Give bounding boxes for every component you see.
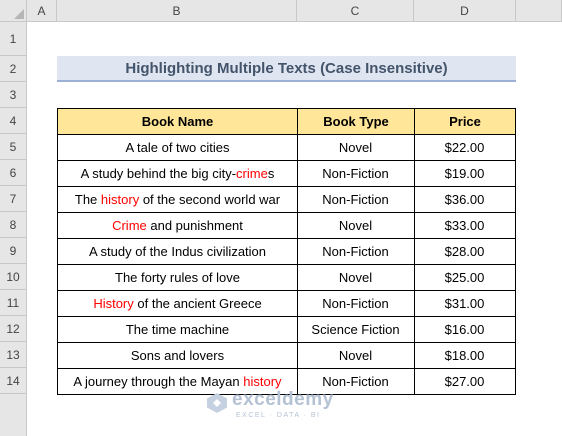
watermark-tagline: EXCEL · DATA · BI	[236, 412, 321, 419]
table-cell-price[interactable]: $31.00	[414, 290, 516, 317]
highlighted-text: Crime	[112, 217, 147, 233]
table-cell-price[interactable]: $27.00	[414, 368, 516, 395]
table-cell-book-type[interactable]: Science Fiction	[297, 316, 415, 343]
header-book-name[interactable]: Book Name	[57, 108, 298, 135]
table-cell-price[interactable]: $25.00	[414, 264, 516, 291]
table-cell-book-type[interactable]: Non-Fiction	[297, 186, 415, 213]
column-header-filler	[516, 0, 562, 22]
row-header-8[interactable]: 8	[0, 212, 27, 238]
table-cell-book-type[interactable]: Non-Fiction	[297, 290, 415, 317]
table-cell-book-name[interactable]: A tale of two cities	[57, 134, 298, 161]
sheet-title[interactable]: Highlighting Multiple Texts (Case Insens…	[57, 56, 516, 82]
cell-text: The forty rules of love	[115, 269, 240, 285]
column-header-b[interactable]: B	[57, 0, 297, 22]
table-cell-book-name[interactable]: A study of the Indus civilization	[57, 238, 298, 265]
cell-text: A journey through the Mayan	[73, 373, 244, 389]
row-header-11[interactable]: 11	[0, 290, 27, 316]
cell-text: Sons and lovers	[130, 347, 225, 363]
table-cell-book-name[interactable]: History of the ancient Greece	[57, 290, 298, 317]
header-book-type[interactable]: Book Type	[297, 108, 415, 135]
table-cell-price[interactable]: $18.00	[414, 342, 516, 369]
row-header-12[interactable]: 12	[0, 316, 27, 342]
row-header-3[interactable]: 3	[0, 82, 27, 108]
column-header-a[interactable]: A	[27, 0, 57, 22]
cell-text: of the ancient Greece	[133, 295, 262, 311]
row-header-14[interactable]: 14	[0, 368, 27, 394]
cell-text: of the second world war	[139, 191, 281, 207]
row-header-10[interactable]: 10	[0, 264, 27, 290]
table-cell-book-type[interactable]: Novel	[297, 342, 415, 369]
table-cell-book-type[interactable]: Novel	[297, 212, 415, 239]
select-all-triangle-icon	[14, 9, 24, 19]
row-header-4[interactable]: 4	[0, 108, 27, 134]
row-header-5[interactable]: 5	[0, 134, 27, 160]
select-all-corner[interactable]	[0, 0, 27, 22]
table-cell-book-type[interactable]: Novel	[297, 264, 415, 291]
column-header-d[interactable]: D	[414, 0, 516, 22]
cell-text: The time machine	[125, 321, 230, 337]
table-cell-price[interactable]: $22.00	[414, 134, 516, 161]
row-header-9[interactable]: 9	[0, 238, 27, 264]
table-cell-price[interactable]: $33.00	[414, 212, 516, 239]
table-cell-book-name[interactable]: Sons and lovers	[57, 342, 298, 369]
table-cell-book-name[interactable]: The history of the second world war	[57, 186, 298, 213]
cell-text: and punishment	[146, 217, 243, 233]
row-header-1[interactable]: 1	[0, 22, 27, 56]
row-header-7[interactable]: 7	[0, 186, 27, 212]
table-cell-book-type[interactable]: Non-Fiction	[297, 160, 415, 187]
table-cell-book-name[interactable]: Crime and punishment	[57, 212, 298, 239]
cell-text: A study of the Indus civilization	[88, 243, 267, 259]
row-header-2[interactable]: 2	[0, 56, 27, 82]
table-cell-book-type[interactable]: Non-Fiction	[297, 238, 415, 265]
highlighted-text: history	[243, 373, 282, 389]
table-cell-price[interactable]: $28.00	[414, 238, 516, 265]
row-header-filler	[0, 394, 27, 436]
highlighted-text: History	[93, 295, 134, 311]
cell-text: A tale of two cities	[125, 139, 230, 155]
table-cell-book-name[interactable]: The forty rules of love	[57, 264, 298, 291]
row-header-6[interactable]: 6	[0, 160, 27, 186]
table-cell-price[interactable]: $16.00	[414, 316, 516, 343]
header-price[interactable]: Price	[414, 108, 516, 135]
cell-text: s	[267, 165, 275, 181]
row-header-13[interactable]: 13	[0, 342, 27, 368]
cell-text: The	[74, 191, 101, 207]
cell-text: A study behind the big city-	[80, 165, 237, 181]
exceldemy-logo-icon	[207, 393, 227, 413]
column-header-c[interactable]: C	[297, 0, 414, 22]
table-cell-book-name[interactable]: The time machine	[57, 316, 298, 343]
highlighted-text: crime	[236, 165, 268, 181]
table-cell-price[interactable]: $19.00	[414, 160, 516, 187]
watermark-name: exceldemy	[232, 389, 334, 410]
table-cell-book-name[interactable]: A study behind the big city-crime s	[57, 160, 298, 187]
table-cell-price[interactable]: $36.00	[414, 186, 516, 213]
highlighted-text: history	[100, 191, 140, 207]
table-cell-book-type[interactable]: Novel	[297, 134, 415, 161]
exceldemy-watermark: exceldemy EXCEL · DATA · BI	[206, 388, 366, 422]
